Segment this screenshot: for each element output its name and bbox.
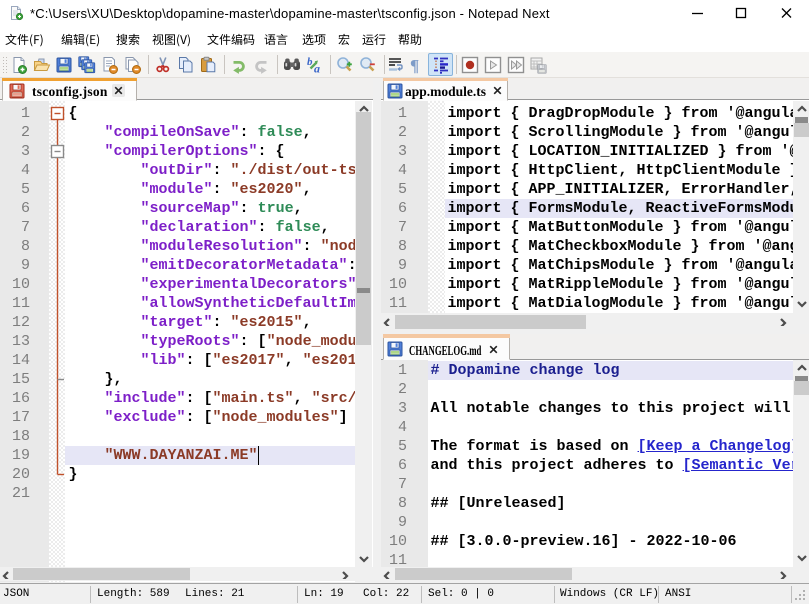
svg-text:¶: ¶ (410, 56, 419, 74)
